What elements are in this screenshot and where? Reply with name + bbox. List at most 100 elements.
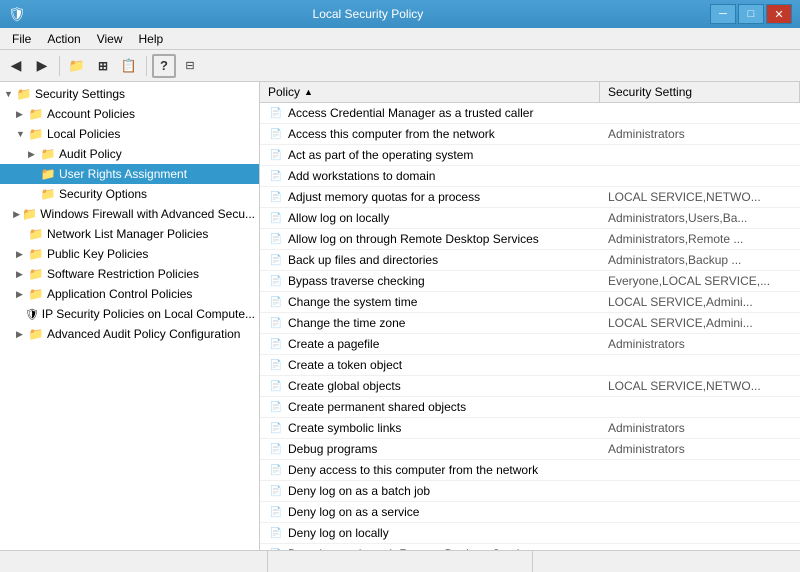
list-item[interactable]: 📄 Adjust memory quotas for a process LOC…: [260, 187, 800, 208]
policy-icon: 📄: [268, 546, 284, 550]
tree-label: Network List Manager Policies: [47, 227, 208, 241]
list-item[interactable]: 📄 Create global objects LOCAL SERVICE,NE…: [260, 376, 800, 397]
policy-icon: 📄: [268, 147, 284, 163]
close-button[interactable]: ✕: [766, 4, 792, 24]
policy-icon: 📄: [268, 105, 284, 121]
list-item[interactable]: 📄 Allow log on through Remote Desktop Se…: [260, 229, 800, 250]
menu-file[interactable]: File: [4, 30, 39, 48]
expand-icon[interactable]: ▶: [28, 149, 40, 160]
list-item[interactable]: 📄 Act as part of the operating system: [260, 145, 800, 166]
window-title: Local Security Policy: [26, 7, 710, 21]
list-item[interactable]: 📄 Bypass traverse checking Everyone,LOCA…: [260, 271, 800, 292]
back-button[interactable]: ◀: [4, 54, 28, 78]
list-item[interactable]: 📄 Deny access to this computer from the …: [260, 460, 800, 481]
list-item[interactable]: 📄 Add workstations to domain: [260, 166, 800, 187]
folder-button[interactable]: 📁: [65, 54, 89, 78]
view-button[interactable]: ⊟: [178, 54, 202, 78]
tree-item-application-control[interactable]: ▶ 📁 Application Control Policies: [0, 284, 259, 304]
toolbar-separator-1: [59, 56, 60, 76]
menu-action[interactable]: Action: [39, 30, 88, 48]
column-header-security-setting[interactable]: Security Setting: [600, 82, 800, 102]
folder-icon: 📁: [40, 146, 56, 162]
list-item[interactable]: 📄 Deny log on as a batch job: [260, 481, 800, 502]
toolbar: ◀ ▶ 📁 ⊞ 📋 ? ⊟: [0, 50, 800, 82]
main-area: ▼ 📁 Security Settings ▶ 📁 Account Polici…: [0, 82, 800, 550]
tree-item-public-key[interactable]: ▶ 📁 Public Key Policies: [0, 244, 259, 264]
folder-icon: 📁: [28, 326, 44, 342]
forward-button[interactable]: ▶: [30, 54, 54, 78]
folder-icon: 📁: [16, 86, 32, 102]
list-item[interactable]: 📄 Access this computer from the network …: [260, 124, 800, 145]
policy-icon: 📄: [268, 336, 284, 352]
tree-item-ip-security[interactable]: 🛡 IP Security Policies on Local Compute.…: [0, 304, 259, 324]
policy-icon: 📄: [268, 189, 284, 205]
list-item[interactable]: 📄 Access Credential Manager as a trusted…: [260, 103, 800, 124]
expand-icon[interactable]: ▼: [4, 89, 16, 99]
tree-label: IP Security Policies on Local Compute...: [42, 307, 255, 321]
folder-icon: 📁: [28, 246, 44, 262]
policy-icon: 📄: [268, 525, 284, 541]
list-item[interactable]: 📄 Back up files and directories Administ…: [260, 250, 800, 271]
menu-view[interactable]: View: [89, 30, 131, 48]
tree-item-user-rights-assignment[interactable]: 📁 User Rights Assignment: [0, 164, 259, 184]
tree-item-audit-policy[interactable]: ▶ 📁 Audit Policy: [0, 144, 259, 164]
policy-icon: 📄: [268, 420, 284, 436]
policy-icon: 📄: [268, 126, 284, 142]
expand-icon[interactable]: ▶: [13, 209, 22, 220]
tree-item-security-settings[interactable]: ▼ 📁 Security Settings: [0, 84, 259, 104]
expand-icon[interactable]: ▶: [16, 289, 28, 300]
tree-item-security-options[interactable]: 📁 Security Options: [0, 184, 259, 204]
list-item[interactable]: 📄 Change the system time LOCAL SERVICE,A…: [260, 292, 800, 313]
tree-item-windows-firewall[interactable]: ▶ 📁 Windows Firewall with Advanced Secu.…: [0, 204, 259, 224]
expand-icon[interactable]: ▶: [16, 269, 28, 280]
minimize-button[interactable]: ─: [710, 4, 736, 24]
right-panel: Policy ▲ Security Setting 📄 Access Crede…: [260, 82, 800, 550]
policy-icon: 📄: [268, 462, 284, 478]
tree-item-local-policies[interactable]: ▼ 📁 Local Policies: [0, 124, 259, 144]
policy-icon: 📄: [268, 273, 284, 289]
tree-item-account-policies[interactable]: ▶ 📁 Account Policies: [0, 104, 259, 124]
list-item[interactable]: 📄 Deny log on as a service: [260, 502, 800, 523]
list-item[interactable]: 📄 Allow log on locally Administrators,Us…: [260, 208, 800, 229]
folder-icon: 📁: [28, 286, 44, 302]
title-bar: 🛡 Local Security Policy ─ □ ✕: [0, 0, 800, 28]
list-item[interactable]: 📄 Create symbolic links Administrators: [260, 418, 800, 439]
tree-label: Application Control Policies: [47, 287, 192, 301]
app-icon: 🛡: [8, 6, 26, 23]
sort-arrow-icon: ▲: [304, 87, 313, 97]
folder-icon: 📁: [28, 266, 44, 282]
tree-label: Advanced Audit Policy Configuration: [47, 327, 240, 341]
expand-icon[interactable]: ▼: [16, 129, 28, 139]
folder-icon: 📁: [28, 226, 44, 242]
status-section-1: [4, 551, 268, 572]
policy-icon: 📄: [268, 252, 284, 268]
list-item[interactable]: 📄 Change the time zone LOCAL SERVICE,Adm…: [260, 313, 800, 334]
list-item[interactable]: 📄 Create a pagefile Administrators: [260, 334, 800, 355]
policy-icon: 📄: [268, 168, 284, 184]
policy-icon: 📄: [268, 294, 284, 310]
status-section-3: [533, 551, 796, 572]
show-hide-button[interactable]: ⊞: [91, 54, 115, 78]
tree-item-advanced-audit[interactable]: ▶ 📁 Advanced Audit Policy Configuration: [0, 324, 259, 344]
policy-icon: 📄: [268, 504, 284, 520]
list-item[interactable]: 📄 Deny log on locally: [260, 523, 800, 544]
tree-label: Security Options: [59, 187, 147, 201]
expand-icon[interactable]: ▶: [16, 329, 28, 340]
list-item[interactable]: 📄 Deny log on through Remote Desktop Ser…: [260, 544, 800, 550]
tree-item-network-list[interactable]: 📁 Network List Manager Policies: [0, 224, 259, 244]
list-item[interactable]: 📄 Debug programs Administrators: [260, 439, 800, 460]
column-header-policy[interactable]: Policy ▲: [260, 82, 600, 102]
export-button[interactable]: 📋: [117, 54, 141, 78]
help-button[interactable]: ?: [152, 54, 176, 78]
expand-icon[interactable]: ▶: [16, 109, 28, 120]
menu-help[interactable]: Help: [131, 30, 172, 48]
folder-icon: 📁: [28, 106, 44, 122]
list-item[interactable]: 📄 Create a token object: [260, 355, 800, 376]
maximize-button[interactable]: □: [738, 4, 764, 24]
status-section-2: [268, 551, 532, 572]
policy-icon: 📄: [268, 357, 284, 373]
expand-icon[interactable]: ▶: [16, 249, 28, 260]
tree-item-software-restriction[interactable]: ▶ 📁 Software Restriction Policies: [0, 264, 259, 284]
toolbar-separator-2: [146, 56, 147, 76]
list-item[interactable]: 📄 Create permanent shared objects: [260, 397, 800, 418]
